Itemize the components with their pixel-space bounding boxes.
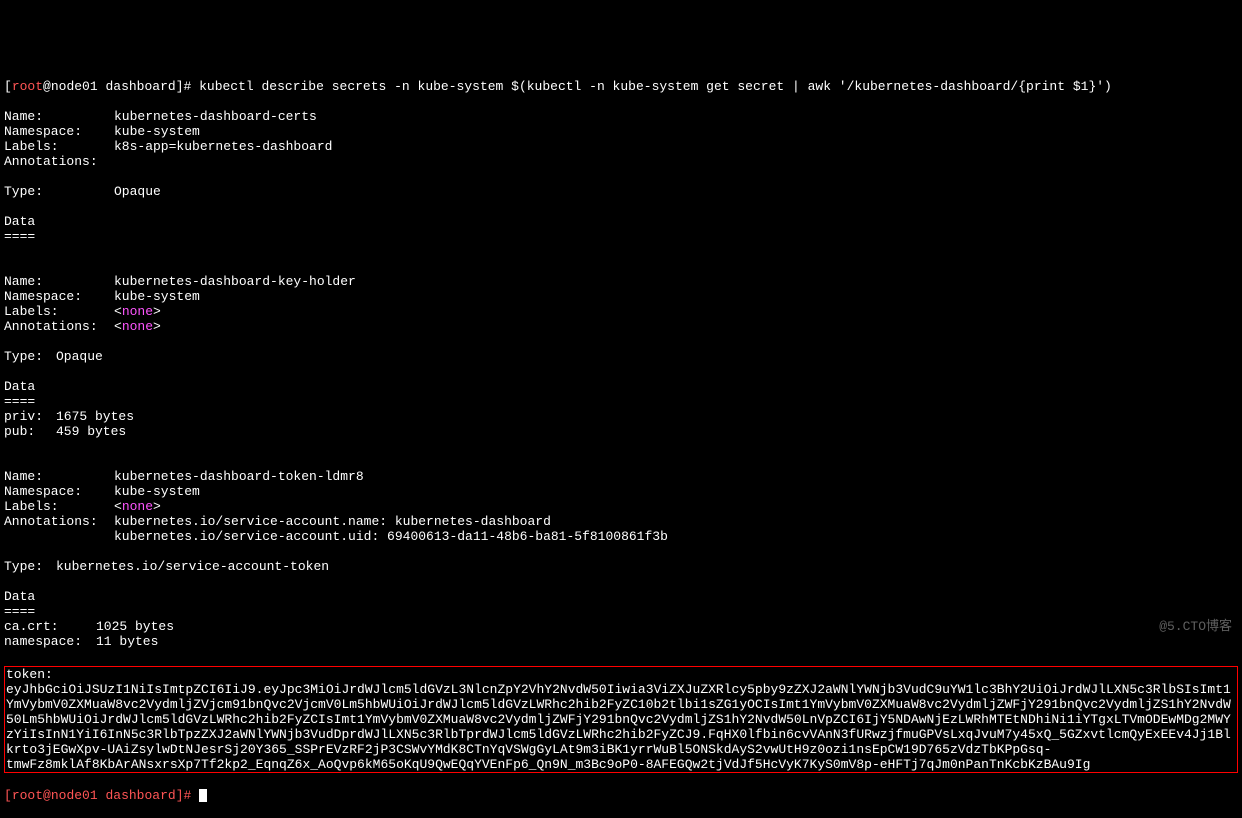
- blank-line: [4, 439, 1238, 454]
- blank-line: [4, 244, 1238, 259]
- token-label: token:: [6, 667, 106, 682]
- secret-labels: Labels:<none>: [4, 304, 1238, 319]
- watermark: @5.CTO博客: [1159, 619, 1232, 634]
- data-divider: ====: [4, 394, 1238, 409]
- secret-annotations: Annotations:kubernetes.io/service-accoun…: [4, 514, 1238, 529]
- secret-name: Name:kubernetes-dashboard-key-holder: [4, 274, 1238, 289]
- token-value: eyJhbGciOiJSUzI1NiIsImtpZCI6IiJ9.eyJpc3M…: [6, 682, 1231, 772]
- data-entry: pub:459 bytes: [4, 424, 1238, 439]
- secret-annotations: Annotations:: [4, 154, 1238, 169]
- data-entry: ca.crt:1025 bytes: [4, 619, 1238, 634]
- secret-name: Name:kubernetes-dashboard-token-ldmr8: [4, 469, 1238, 484]
- secret-namespace: Namespace:kube-system: [4, 484, 1238, 499]
- secret-namespace: Namespace:kube-system: [4, 289, 1238, 304]
- blank-line: [4, 544, 1238, 559]
- data-header: Data: [4, 214, 1238, 229]
- secret-type: Type:Opaque: [4, 184, 1238, 199]
- final-prompt-line: [root@node01 dashboard]#: [4, 788, 1238, 803]
- secret-type: Type:kubernetes.io/service-account-token: [4, 559, 1238, 574]
- data-divider: ====: [4, 604, 1238, 619]
- blank-line: [4, 364, 1238, 379]
- data-header: Data: [4, 379, 1238, 394]
- prompt: [root@node01 dashboard]#: [4, 79, 199, 94]
- command-line: [root@node01 dashboard]# kubectl describ…: [4, 79, 1238, 94]
- secret-labels: Labels:<none>: [4, 499, 1238, 514]
- secret-name: Name:kubernetes-dashboard-certs: [4, 109, 1238, 124]
- cursor: [199, 789, 207, 802]
- data-header: Data: [4, 589, 1238, 604]
- secret-type: Type:Opaque: [4, 349, 1238, 364]
- secret-labels: Labels:k8s-app=kubernetes-dashboard: [4, 139, 1238, 154]
- blank-line: [4, 574, 1238, 589]
- secret-annotations-cont: kubernetes.io/service-account.uid: 69400…: [4, 529, 1238, 544]
- command-text: kubectl describe secrets -n kube-system …: [199, 79, 1112, 94]
- token-highlight-box: token:eyJhbGciOiJSUzI1NiIsImtpZCI6IiJ9.e…: [4, 666, 1238, 773]
- blank-line: [4, 199, 1238, 214]
- blank-line: [4, 169, 1238, 184]
- data-divider: ====: [4, 229, 1238, 244]
- blank-line: [4, 259, 1238, 274]
- blank-line: [4, 454, 1238, 469]
- data-entry: priv:1675 bytes: [4, 409, 1238, 424]
- secret-annotations: Annotations:<none>: [4, 319, 1238, 334]
- secret-namespace: Namespace:kube-system: [4, 124, 1238, 139]
- blank-line: [4, 334, 1238, 349]
- terminal-output[interactable]: [root@node01 dashboard]# kubectl describ…: [4, 64, 1238, 698]
